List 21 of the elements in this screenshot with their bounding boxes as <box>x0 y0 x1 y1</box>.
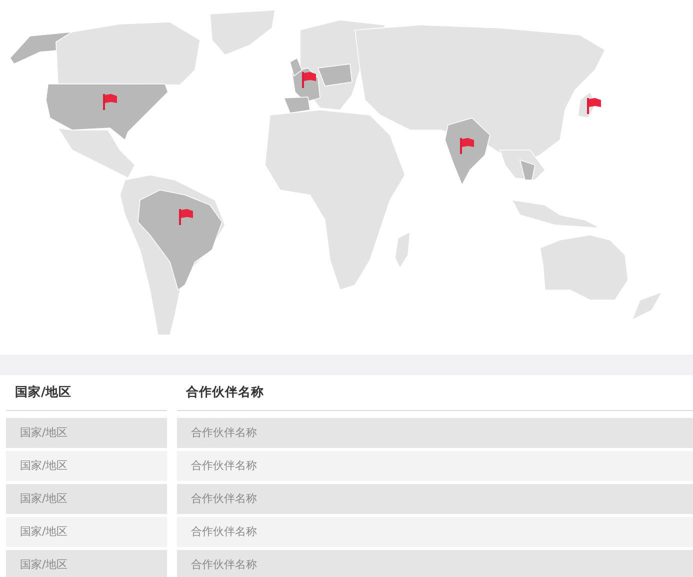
column-header: 国家/地区 <box>6 375 167 411</box>
flag-icon <box>103 94 117 110</box>
flag-icon <box>587 98 601 114</box>
highlighted-country <box>519 159 536 180</box>
landmass <box>210 10 276 56</box>
table-cell: 国家/地区 <box>6 484 167 514</box>
table-cell: 合作伙伴名称 <box>177 418 693 448</box>
column-header: 合作伙伴名称 <box>177 375 693 411</box>
table-cell: 合作伙伴名称 <box>177 484 693 514</box>
table-cell: 合作伙伴名称 <box>177 451 693 481</box>
table-cell: 合作伙伴名称 <box>177 517 693 547</box>
flag-icon <box>460 138 474 154</box>
table-cell: 国家/地区 <box>6 517 167 547</box>
table-cell: 国家/地区 <box>6 550 167 577</box>
landmass <box>631 291 663 321</box>
highlighted-country <box>444 118 490 186</box>
flag-icon <box>302 72 316 88</box>
table-cell: 国家/地区 <box>6 451 167 481</box>
table-cell: 国家/地区 <box>6 418 167 448</box>
flag-icon <box>179 209 193 225</box>
table-cell: 合作伙伴名称 <box>177 550 693 577</box>
